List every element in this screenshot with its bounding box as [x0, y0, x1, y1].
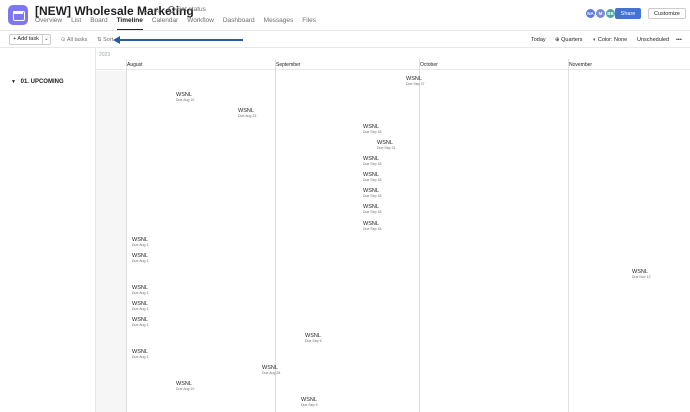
status-circle-icon[interactable] — [168, 6, 175, 13]
timeline-task[interactable]: WSNL Due Sep 18 — [363, 124, 382, 134]
timeline-toolbar: + Add task ⌄ ⊙ All tasks ⇅ Sort Today ⊕ … — [0, 30, 690, 48]
timeline-task[interactable]: WSNL Due Aug 28 — [262, 365, 280, 375]
month-label-august: August — [127, 62, 143, 68]
annotation-arrow-shaft — [119, 39, 243, 41]
star-icon[interactable]: ☆ — [153, 5, 161, 16]
tab-messages[interactable]: Messages — [264, 17, 294, 30]
section-sidebar — [0, 48, 96, 412]
task-due-date: Due Aug 10 — [176, 98, 195, 102]
task-due-date: Due Sep 18 — [363, 210, 382, 214]
timeline-task[interactable]: WSNL Due Sep 21 — [377, 140, 396, 150]
add-task-label: + Add task — [13, 36, 39, 42]
check-circle-icon: ⊙ — [61, 37, 66, 43]
timeline-task[interactable]: WSNL Due Aug 1 — [132, 317, 148, 327]
timeline-task[interactable]: WSNL Due Sep 18 — [363, 156, 382, 166]
timeline-task[interactable]: WSNL Due Sep 18 — [363, 204, 382, 214]
share-button[interactable]: Share — [615, 8, 641, 19]
task-due-date: Due Nov 13 — [632, 275, 651, 279]
project-header: [NEW] Wholesale Marketing ⌄ ☆ Set status… — [0, 0, 690, 30]
tab-board[interactable]: Board — [90, 17, 107, 30]
sort-icon: ⇅ — [97, 37, 102, 43]
zoom-icon: ⊕ — [555, 37, 560, 43]
sort-label: Sort — [103, 37, 114, 43]
month-row: August September October November — [96, 58, 690, 70]
month-label-november: November — [569, 62, 593, 68]
calendar-app-icon — [8, 5, 28, 25]
member-avatars[interactable]: NA M BB — [585, 8, 616, 19]
color-label: Color: None — [597, 37, 628, 43]
task-due-date: Due Aug 1 — [132, 259, 149, 263]
tab-overview[interactable]: Overview — [35, 17, 62, 30]
tab-calendar[interactable]: Calendar — [152, 17, 178, 30]
all-tasks-filter[interactable]: ⊙ All tasks — [61, 37, 87, 43]
customize-button[interactable]: Customize — [648, 8, 686, 19]
annotation-arrow-head — [113, 36, 120, 44]
timeline-task[interactable]: WSNL Due Aug 10 — [176, 381, 194, 391]
timeline-task[interactable]: WSNL Due Aug 10 — [176, 92, 194, 102]
set-status-button[interactable]: Set status — [177, 6, 206, 13]
project-tabs: Overview List Board Timeline Calendar Wo… — [35, 17, 325, 30]
timeline-task[interactable]: WSNL Due Aug 1 — [132, 349, 148, 359]
timeline-task[interactable]: WSNL Due Nov 13 — [632, 269, 650, 279]
tab-dashboard[interactable]: Dashboard — [223, 17, 255, 30]
task-due-date: Due Sep 18 — [363, 162, 382, 166]
month-divider — [419, 59, 420, 412]
task-due-date: Due Sep 18 — [363, 227, 382, 231]
timeline-task[interactable]: WSNL Due Sep 5 — [301, 397, 318, 407]
month-divider — [275, 59, 276, 412]
task-due-date: Due Aug 1 — [132, 323, 149, 327]
color-button[interactable]: ◐ Color: None — [593, 37, 627, 43]
timeline-grid[interactable]: 2023 August September October November W… — [96, 48, 690, 412]
timeline-task[interactable]: WSNL Due Aug 1 — [132, 253, 148, 263]
sort-button[interactable]: ⇅ Sort — [97, 37, 113, 43]
month-divider — [568, 59, 569, 412]
task-due-date: Due Sep 18 — [363, 130, 382, 134]
add-task-button[interactable]: + Add task ⌄ — [9, 34, 51, 45]
task-due-date: Due Sep 5 — [301, 403, 318, 407]
zoom-quarters-button[interactable]: ⊕ Quarters — [555, 37, 583, 43]
task-due-date: Due Sep 6 — [305, 339, 322, 343]
task-due-date: Due Aug 1 — [132, 243, 149, 247]
task-due-date: Due Aug 23 — [238, 114, 257, 118]
quarters-label: Quarters — [561, 37, 583, 43]
section-title: 01. UPCOMING — [20, 79, 64, 85]
task-due-date: Due Aug 28 — [262, 371, 281, 375]
timeline-task[interactable]: WSNL Due Sep 18 — [363, 188, 382, 198]
timeline-task[interactable]: WSNL Due Sep 6 — [305, 333, 322, 343]
timeline-task[interactable]: WSNL Due Sep 18 — [363, 221, 382, 231]
month-label-october: October — [420, 62, 438, 68]
task-due-date: Due Aug 1 — [132, 355, 149, 359]
tab-workflow[interactable]: Workflow — [187, 17, 214, 30]
task-due-date: Due Sep 18 — [363, 194, 382, 198]
tab-list[interactable]: List — [71, 17, 81, 30]
task-due-date: Due Aug 1 — [132, 307, 149, 311]
task-due-date: Due Aug 10 — [176, 387, 195, 391]
palette-icon: ◐ — [593, 37, 597, 43]
timeline-task[interactable]: WSNL Due Aug 23 — [238, 108, 256, 118]
chevron-down-icon[interactable]: ⌄ — [142, 6, 149, 15]
task-due-date: Due Sep 21 — [377, 146, 396, 150]
timeline-task[interactable]: WSNL Due Aug 1 — [132, 301, 148, 311]
more-options-icon[interactable]: ••• — [676, 37, 682, 43]
today-button[interactable]: Today — [531, 37, 546, 43]
task-due-date: Due Sep 18 — [363, 178, 382, 182]
timeline-past-shade — [96, 71, 126, 412]
timeline-task[interactable]: WSNL Due Sep 27 — [406, 76, 425, 86]
timeline-task[interactable]: WSNL Due Aug 1 — [132, 237, 148, 247]
chevron-down-icon[interactable]: ⌄ — [42, 35, 50, 44]
tab-files[interactable]: Files — [302, 17, 316, 30]
section-upcoming[interactable]: ▼ 01. UPCOMING — [11, 79, 64, 85]
year-row: 2023 — [96, 48, 690, 58]
chevron-down-icon[interactable]: ▼ — [11, 79, 16, 85]
month-divider — [126, 59, 127, 412]
task-due-date: Due Aug 1 — [132, 291, 149, 295]
tab-timeline[interactable]: Timeline — [116, 17, 144, 30]
task-due-date: Due Sep 27 — [406, 82, 425, 86]
timeline-task[interactable]: WSNL Due Sep 18 — [363, 172, 382, 182]
all-tasks-label: All tasks — [66, 37, 88, 43]
timeline-task[interactable]: WSNL Due Aug 1 — [132, 285, 148, 295]
unscheduled-button[interactable]: Unscheduled — [637, 37, 669, 43]
month-label-september: September — [276, 62, 301, 68]
